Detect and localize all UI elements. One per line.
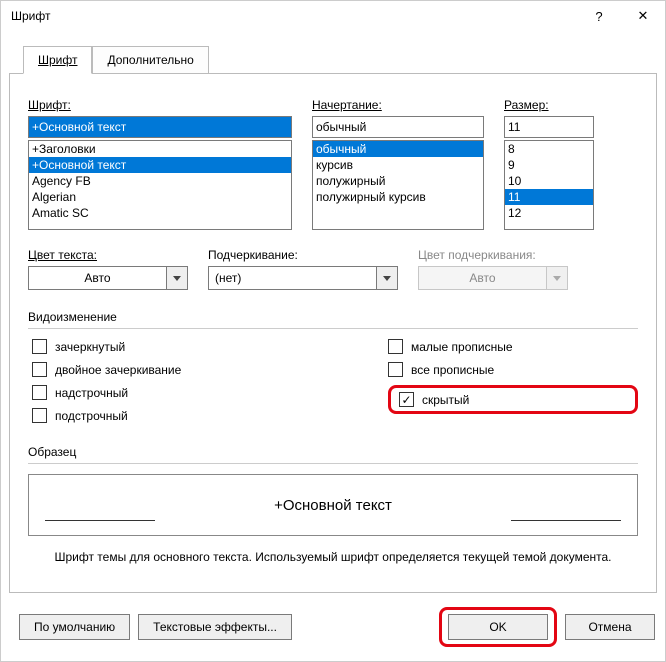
list-item[interactable]: полужирный курсив	[313, 189, 483, 205]
text-effects-button[interactable]: Текстовые эффекты...	[138, 614, 292, 640]
checkbox-double-strike[interactable]: двойное зачеркивание	[32, 362, 388, 377]
checkbox-subscript[interactable]: подстрочный	[32, 408, 388, 423]
preview-box: +Основной текст	[28, 474, 638, 536]
text-color-label: Цвет текста:	[28, 248, 188, 262]
checkbox-allcaps[interactable]: все прописные	[388, 362, 638, 377]
preview-text: +Основной текст	[274, 497, 392, 514]
font-label: Шрифт:	[28, 98, 292, 112]
list-item[interactable]: Amatic SC	[29, 205, 291, 221]
chevron-down-icon[interactable]	[376, 266, 398, 290]
list-item[interactable]: курсив	[313, 157, 483, 173]
font-input[interactable]: +Основной текст	[28, 116, 292, 138]
list-item[interactable]: Algerian	[29, 189, 291, 205]
tab-bar: Шрифт Дополнительно	[1, 46, 665, 74]
size-input[interactable]: 11	[504, 116, 594, 138]
list-item[interactable]: +Заголовки	[29, 141, 291, 157]
cancel-button[interactable]: Отмена	[565, 614, 655, 640]
checkbox-hidden[interactable]: скрытый	[399, 392, 469, 407]
default-button[interactable]: По умолчанию	[19, 614, 130, 640]
divider	[28, 328, 638, 329]
size-label: Размер:	[504, 98, 594, 112]
ok-button[interactable]: OK	[448, 614, 548, 640]
hint-text: Шрифт темы для основного текста. Использ…	[28, 550, 638, 564]
highlight-ok-button: OK	[439, 607, 557, 647]
tab-font[interactable]: Шрифт	[23, 46, 92, 74]
style-listbox[interactable]: обычный курсив полужирный полужирный кур…	[312, 140, 484, 230]
underline-color-combo: Авто	[418, 266, 568, 290]
checkbox-strike[interactable]: зачеркнутый	[32, 339, 388, 354]
style-input[interactable]: обычный	[312, 116, 484, 138]
list-item[interactable]: 11	[505, 189, 593, 205]
underline-color-label: Цвет подчеркивания:	[418, 248, 568, 262]
help-button[interactable]: ?	[577, 1, 621, 31]
checkbox-smallcaps[interactable]: малые прописные	[388, 339, 638, 354]
chevron-down-icon[interactable]	[166, 266, 188, 290]
dialog-title: Шрифт	[11, 9, 577, 23]
chevron-down-icon	[546, 266, 568, 290]
list-item[interactable]: 9	[505, 157, 593, 173]
list-item[interactable]: +Основной текст	[29, 157, 291, 173]
checkbox-superscript[interactable]: надстрочный	[32, 385, 388, 400]
preview-section-title: Образец	[28, 445, 638, 459]
list-item[interactable]: обычный	[313, 141, 483, 157]
highlight-hidden-checkbox: скрытый	[388, 385, 638, 414]
dialog-footer: По умолчанию Текстовые эффекты... OK Отм…	[1, 593, 665, 661]
font-dialog: Шрифт ? ✕ Шрифт Дополнительно Шрифт: +Ос…	[0, 0, 666, 662]
text-color-combo[interactable]: Авто	[28, 266, 188, 290]
tab-panel: Шрифт: +Основной текст +Заголовки +Основ…	[9, 73, 657, 593]
list-item[interactable]: 8	[505, 141, 593, 157]
effects-section-title: Видоизменение	[28, 310, 638, 324]
list-item[interactable]: полужирный	[313, 173, 483, 189]
style-label: Начертание:	[312, 98, 484, 112]
size-listbox[interactable]: 8 9 10 11 12	[504, 140, 594, 230]
title-bar: Шрифт ? ✕	[1, 1, 665, 31]
font-listbox[interactable]: +Заголовки +Основной текст Agency FB Alg…	[28, 140, 292, 230]
divider	[28, 463, 638, 464]
close-button[interactable]: ✕	[621, 1, 665, 31]
underline-label: Подчеркивание:	[208, 248, 398, 262]
underline-combo[interactable]: (нет)	[208, 266, 398, 290]
tab-advanced[interactable]: Дополнительно	[92, 46, 208, 74]
list-item[interactable]: 12	[505, 205, 593, 221]
list-item[interactable]: Agency FB	[29, 173, 291, 189]
list-item[interactable]: 10	[505, 173, 593, 189]
